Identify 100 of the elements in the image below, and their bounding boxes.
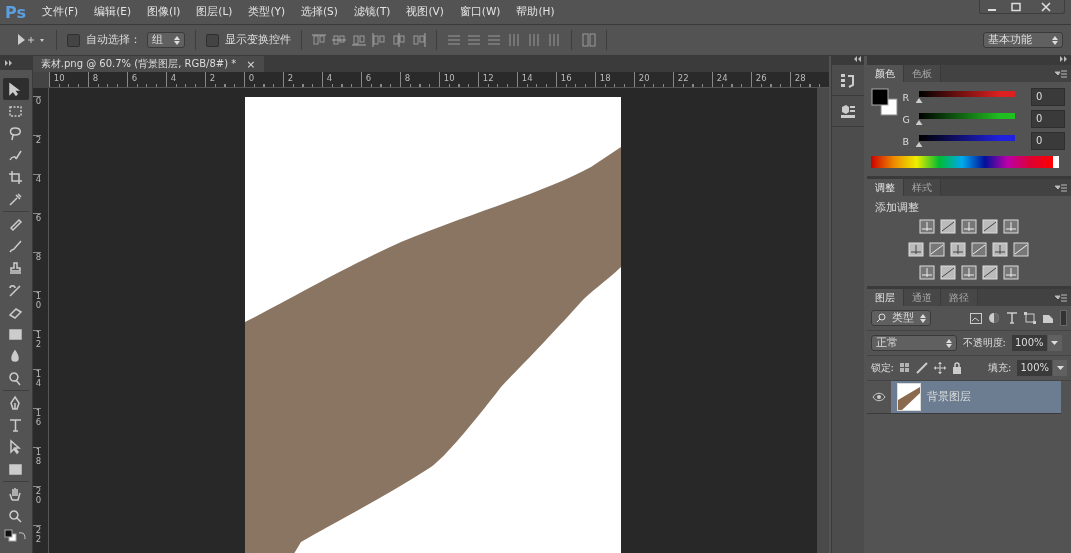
panel-tab[interactable]: 图层 [866, 289, 904, 306]
foreground-background-swatch[interactable] [870, 88, 899, 118]
adjustment-icon[interactable] [939, 219, 956, 234]
ruler-label: 4 [32, 174, 42, 213]
ruler-label: 2 [204, 72, 244, 87]
slider-thumb[interactable] [915, 120, 923, 125]
adjustment-icon[interactable] [992, 242, 1009, 257]
ruler-label: 18 [32, 447, 42, 486]
layer-thumbnail [896, 383, 921, 411]
checkbox[interactable] [206, 33, 219, 47]
crop-icon [7, 168, 25, 186]
color-spectrum[interactable] [870, 156, 1059, 168]
align-icon[interactable] [412, 33, 426, 47]
auto-select-dropdown[interactable]: 组 [147, 32, 185, 48]
history-icon[interactable] [839, 72, 856, 88]
align-icon[interactable] [392, 33, 406, 47]
ruler-label: 2 [32, 135, 42, 174]
fill-field[interactable]: 100% [1017, 360, 1052, 376]
fill-dropdown-button[interactable] [1053, 360, 1067, 376]
channel-slider[interactable] [918, 135, 1015, 141]
channel-slider[interactable] [918, 91, 1015, 97]
vertical-scrollbar[interactable] [816, 88, 829, 553]
workspace-dropdown[interactable]: 基本功能 [983, 32, 1063, 48]
channel-value-field[interactable]: 0 [1031, 88, 1065, 106]
opacity-field[interactable]: 100% [1011, 335, 1047, 351]
adjustment-icon[interactable] [1013, 242, 1030, 257]
lock-pixels-icon[interactable] [899, 363, 910, 373]
menu-item[interactable]: 视图(V) [398, 5, 452, 19]
updown-icon [919, 313, 926, 323]
properties-icon[interactable] [839, 103, 856, 119]
move-icon[interactable] [933, 362, 946, 374]
adjustment-icon[interactable] [960, 265, 977, 280]
menu-item[interactable]: 文件(F) [33, 5, 87, 19]
adjustment-icon[interactable] [1002, 265, 1019, 280]
adjustment-icon[interactable] [918, 219, 935, 234]
adjustment-icon[interactable] [950, 242, 967, 257]
collapse-icon[interactable] [1059, 56, 1069, 62]
lock-icon[interactable] [951, 362, 962, 374]
adjustment-filter-icon[interactable] [988, 312, 1000, 324]
panel-tab[interactable]: 色板 [903, 65, 941, 82]
checkbox[interactable] [67, 33, 80, 47]
ruler-label: 6 [360, 72, 400, 87]
panel-menu-icon[interactable] [1055, 183, 1067, 192]
layer-row[interactable]: 背景图层 [866, 381, 1061, 414]
slider-thumb[interactable] [915, 142, 923, 147]
ruler-label: 2 [282, 72, 322, 87]
shape-filter-icon[interactable] [1024, 312, 1036, 324]
ruler-label: 18 [594, 72, 634, 87]
align-icon[interactable] [332, 33, 346, 47]
menu-item[interactable]: 类型(Y) [240, 5, 293, 19]
ruler-label: 22 [32, 525, 42, 553]
adjustment-icon[interactable] [929, 242, 946, 257]
adjustment-icon[interactable] [981, 265, 998, 280]
channel-value-field[interactable]: 0 [1031, 110, 1065, 128]
layer-name: 背景图层 [926, 390, 971, 404]
panel-tab[interactable]: 颜色 [866, 65, 904, 82]
panel-tab[interactable]: 路径 [940, 289, 978, 306]
brush-icon[interactable] [915, 362, 928, 374]
menu-item[interactable]: 选择(S) [293, 5, 346, 19]
align-icon[interactable] [372, 33, 386, 47]
channel-slider[interactable] [918, 113, 1015, 119]
menu-item[interactable]: 编辑(E) [86, 5, 140, 19]
type-filter-icon[interactable] [1006, 312, 1018, 324]
lock-label: 锁定: [870, 361, 894, 375]
expand-icon[interactable] [4, 60, 14, 66]
menu-item[interactable]: 图像(I) [139, 5, 189, 19]
opacity-dropdown-button[interactable] [1047, 335, 1062, 351]
filter-toggle[interactable] [1060, 310, 1067, 326]
panel-menu-icon[interactable] [1055, 69, 1067, 78]
move-tool-icon[interactable] [16, 32, 46, 48]
panel-menu-icon[interactable] [1055, 293, 1067, 302]
slider-thumb[interactable] [915, 98, 923, 103]
adjustment-icon[interactable] [1002, 219, 1019, 234]
channel-value-field[interactable]: 0 [1031, 132, 1065, 150]
blend-mode-dropdown[interactable]: 正常 [870, 335, 957, 351]
menu-item[interactable]: 滤镜(T) [345, 5, 399, 19]
panel-tab[interactable]: 调整 [866, 179, 904, 196]
ruler-label: 0 [32, 96, 42, 135]
tab-close-button[interactable]: × [246, 57, 256, 71]
panel-tab[interactable]: 通道 [903, 289, 941, 306]
color-swatch-icon[interactable] [3, 529, 28, 543]
menu-item[interactable]: 帮助(H) [508, 5, 563, 19]
adjustment-icon[interactable] [981, 219, 998, 234]
move-tool[interactable] [2, 78, 29, 100]
adjustment-icon[interactable] [971, 242, 988, 257]
pixel-filter-icon[interactable] [970, 312, 982, 324]
document-tab[interactable]: 素材.png @ 60.7% (背景图层, RGB/8#) * × [32, 56, 264, 72]
menu-item[interactable]: 图层(L) [188, 5, 241, 19]
align-icon[interactable] [312, 33, 326, 47]
panel-tab[interactable]: 样式 [903, 179, 941, 196]
adjustment-icon[interactable] [918, 265, 935, 280]
menu-item[interactable]: 窗口(W) [451, 5, 509, 19]
visibility-eye-icon[interactable] [871, 392, 886, 402]
layer-filter-dropdown[interactable]: 类型 [870, 310, 931, 326]
ruler-label: 22 [672, 72, 712, 87]
document-title: 素材.png @ 60.7% (背景图层, RGB/8#) * [40, 57, 237, 71]
smart-object-filter-icon[interactable] [1042, 312, 1054, 324]
adjustment-icon[interactable] [908, 242, 925, 257]
adjustment-icon[interactable] [939, 265, 956, 280]
adjustment-icon[interactable] [960, 219, 977, 234]
